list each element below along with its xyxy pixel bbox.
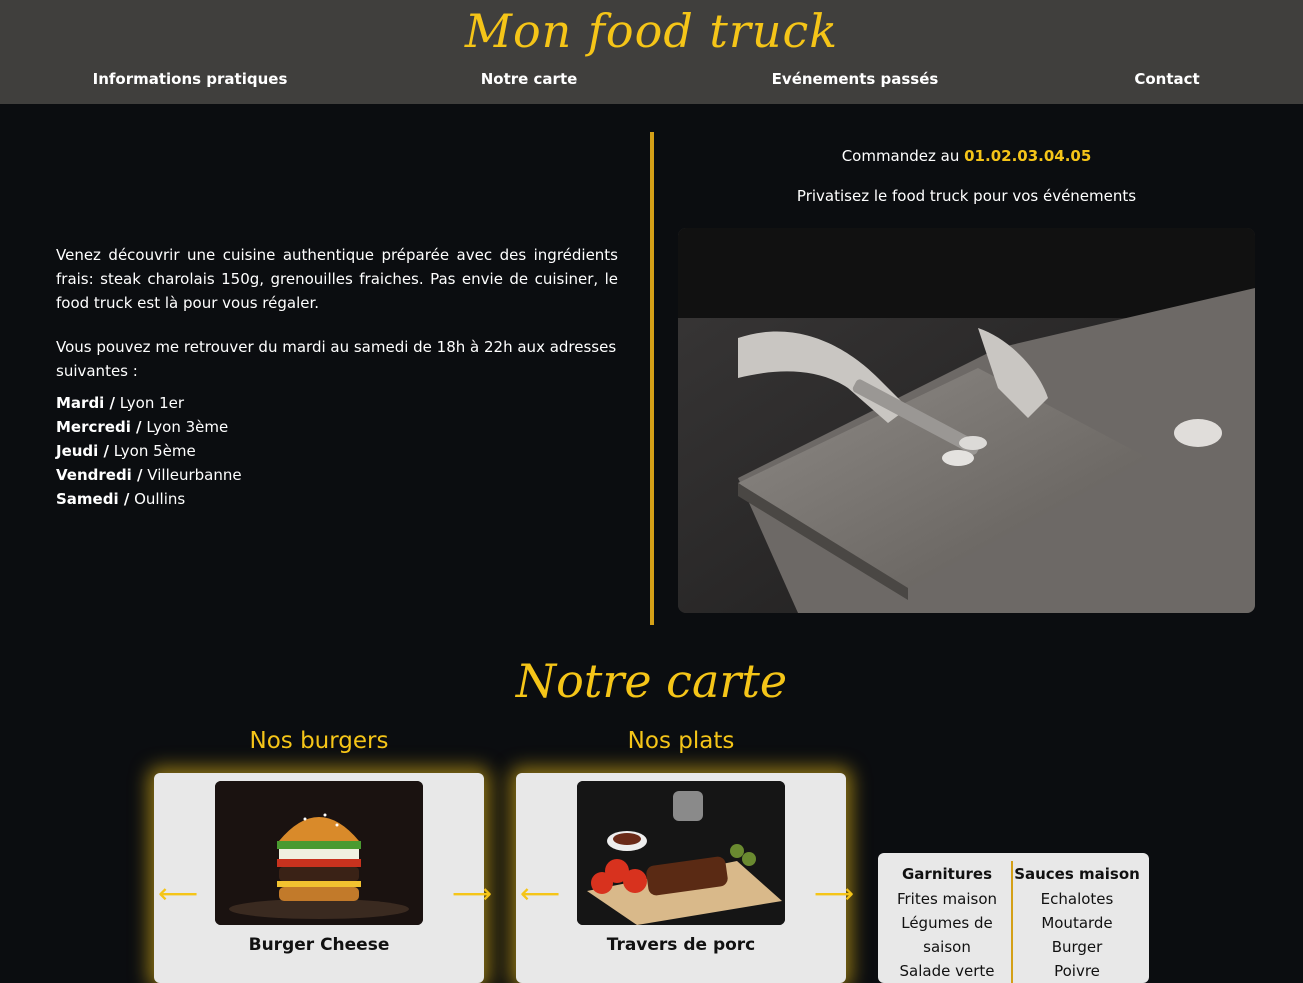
dish-name: Travers de porc bbox=[606, 935, 756, 955]
schedule-item: Samedi / Oullins bbox=[56, 487, 242, 511]
intro-text: Venez découvrir une cuisine authentique … bbox=[56, 246, 618, 312]
schedule-place: Villeurbanne bbox=[142, 466, 242, 484]
dish-image bbox=[577, 781, 785, 925]
sauce-item: Burger bbox=[1051, 938, 1103, 956]
burger-image bbox=[215, 781, 423, 925]
hours-text: Vous pouvez me retrouver du mardi au sam… bbox=[56, 338, 617, 380]
burger-card: ⟵ ⟶ Burger Cheese bbox=[154, 773, 492, 983]
phone-number[interactable]: 01.02.03.04.05 bbox=[964, 147, 1091, 165]
sauce-item: Poivre bbox=[1054, 962, 1100, 980]
sauce-item: Moutarde bbox=[1041, 914, 1113, 932]
schedule-item: Jeudi / Lyon 5ème bbox=[56, 439, 242, 463]
burger-name: Burger Cheese bbox=[248, 935, 390, 955]
garnish-column: Garnitures Frites maison Légumes de sais… bbox=[882, 863, 1012, 983]
schedule-day: Mercredi / bbox=[56, 418, 142, 436]
nav-informations-pratiques[interactable]: Informations pratiques bbox=[93, 70, 288, 88]
sides-card: Garnitures Frites maison Légumes de sais… bbox=[878, 853, 1149, 983]
sauce-title: Sauces maison bbox=[1014, 865, 1140, 883]
schedule-item: Mardi / Lyon 1er bbox=[56, 391, 242, 415]
schedule-day: Samedi / bbox=[56, 490, 130, 508]
schedule-day: Jeudi / bbox=[56, 442, 110, 460]
schedule-list: Mardi / Lyon 1er Mercredi / Lyon 3ème Je… bbox=[56, 391, 242, 511]
sauce-item: Echalotes bbox=[1040, 890, 1114, 908]
order-prefix: Commandez au bbox=[841, 147, 965, 165]
site-header: Mon food truck Informations pratiques No… bbox=[0, 0, 1303, 104]
menu-title: Notre carte bbox=[515, 654, 788, 708]
garnish-title: Garnitures bbox=[902, 865, 992, 883]
garnish-item: Légumes de saison bbox=[901, 914, 993, 956]
main-nav: Informations pratiques Notre carte Evéne… bbox=[0, 70, 1303, 94]
nav-evenements-passes[interactable]: Evénements passés bbox=[772, 70, 939, 88]
schedule-day: Vendredi / bbox=[56, 466, 143, 484]
dishes-next-arrow[interactable]: ⟶ bbox=[814, 880, 854, 908]
nav-contact[interactable]: Contact bbox=[1134, 70, 1199, 88]
dish-card: ⟵ ⟶ Travers de porc bbox=[516, 773, 854, 983]
privatize-text: Privatisez le food truck pour vos événem… bbox=[796, 187, 1137, 205]
dishes-title: Nos plats bbox=[627, 728, 735, 754]
schedule-place: Lyon 3ème bbox=[141, 418, 229, 436]
sauce-column: Sauces maison Echalotes Moutarde Burger … bbox=[1012, 863, 1142, 983]
order-line: Commandez au 01.02.03.04.05 bbox=[678, 147, 1255, 165]
schedule-place: Lyon 5ème bbox=[109, 442, 196, 460]
chef-cutting-photo bbox=[678, 228, 1255, 613]
burgers-title: Nos burgers bbox=[249, 728, 389, 754]
nav-notre-carte[interactable]: Notre carte bbox=[481, 70, 578, 88]
burgers-prev-arrow[interactable]: ⟵ bbox=[158, 880, 198, 908]
schedule-item: Mercredi / Lyon 3ème bbox=[56, 415, 242, 439]
dishes-prev-arrow[interactable]: ⟵ bbox=[520, 880, 560, 908]
burgers-next-arrow[interactable]: ⟶ bbox=[452, 880, 492, 908]
schedule-item: Vendredi / Villeurbanne bbox=[56, 463, 242, 487]
schedule-place: Lyon 1er bbox=[115, 394, 185, 412]
schedule-place: Oullins bbox=[129, 490, 186, 508]
schedule-day: Mardi / bbox=[56, 394, 116, 412]
garnish-item: Frites maison bbox=[896, 890, 998, 908]
garnish-item: Salade verte bbox=[899, 962, 995, 980]
section-divider bbox=[650, 132, 654, 625]
site-title: Mon food truck bbox=[464, 4, 839, 58]
